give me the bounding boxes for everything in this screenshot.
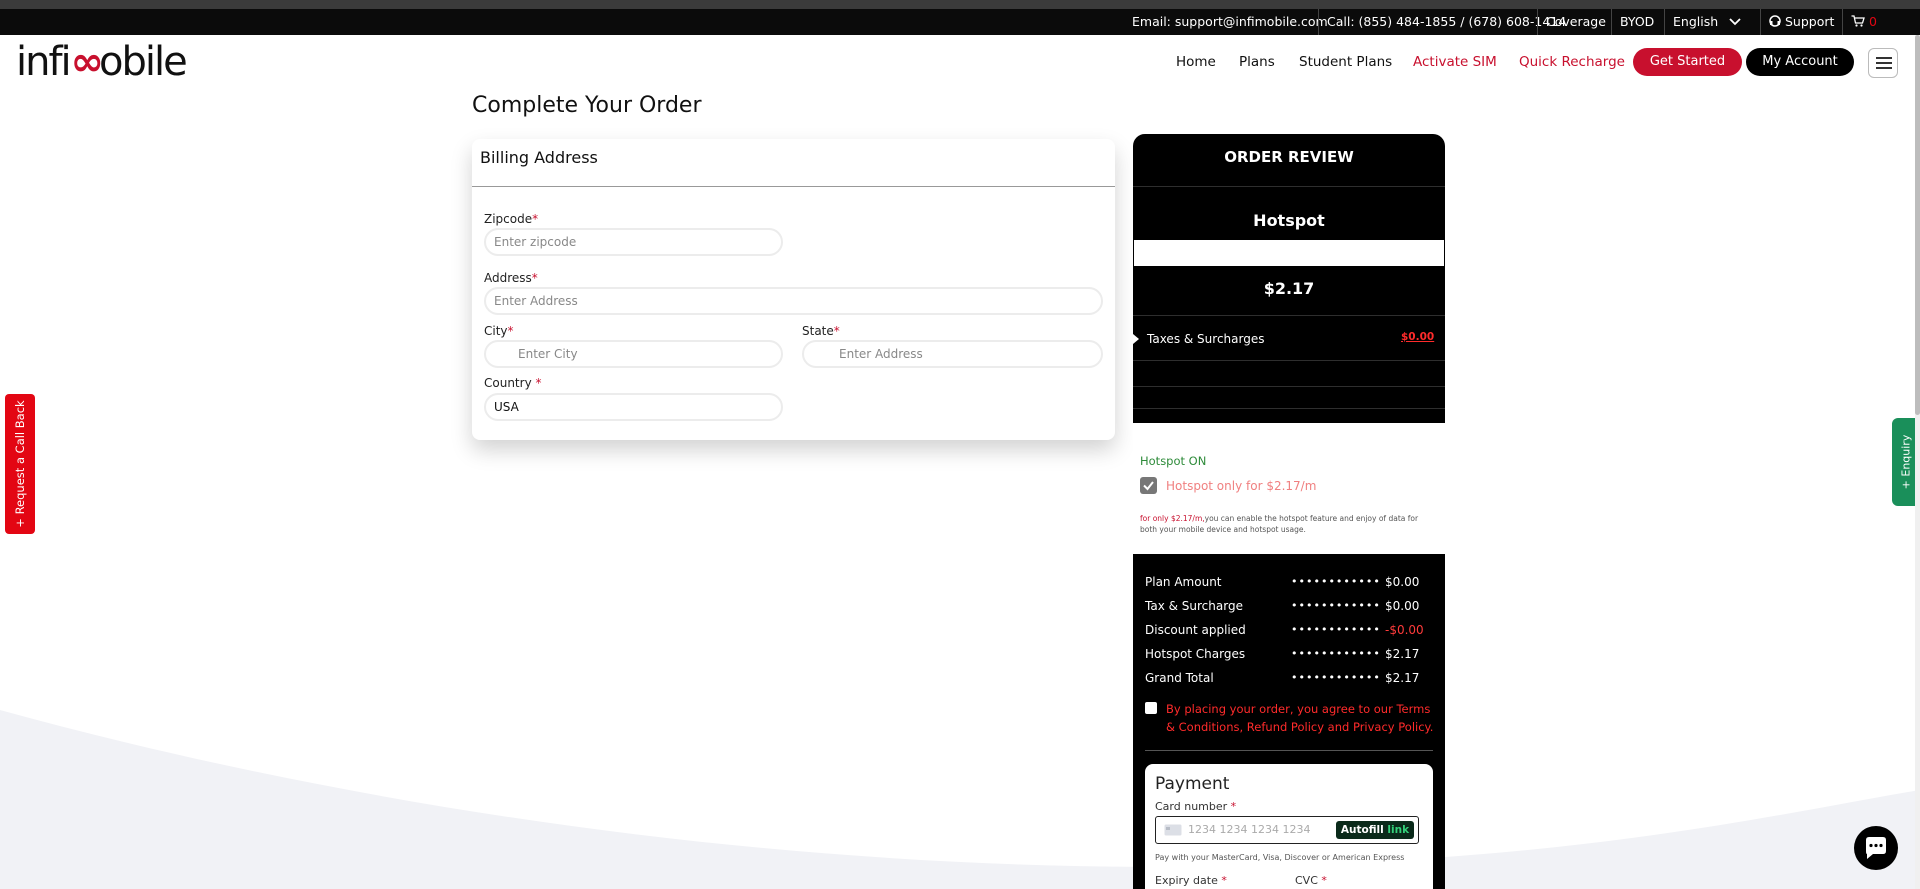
- hotspot-checkbox[interactable]: [1140, 477, 1157, 494]
- main-navbar: infi ∞ obile Home Plans Student Plans Acti…: [0, 35, 1920, 89]
- infinity-icon: ∞: [70, 39, 104, 85]
- divider: [1133, 186, 1445, 187]
- request-call-back-label: + Request a Call Back: [13, 400, 27, 528]
- taxes-row[interactable]: Taxes & Surcharges $0.00: [1133, 322, 1445, 356]
- taxes-value: $0.00: [1401, 331, 1435, 343]
- byod-link[interactable]: BYOD: [1611, 9, 1662, 35]
- plan-details-strip: [1134, 240, 1444, 266]
- order-review-heading: ORDER REVIEW: [1224, 148, 1354, 166]
- support-email-link[interactable]: Email: support@infimobile.com: [1124, 9, 1336, 35]
- payment-box: Payment Card number * 1234 1234 1234 123…: [1145, 764, 1433, 889]
- zipcode-input[interactable]: Enter zipcode: [484, 228, 783, 256]
- city-input[interactable]: Enter City: [484, 340, 783, 368]
- taxes-label: Taxes & Surcharges: [1147, 332, 1265, 346]
- autofill-link-button[interactable]: Autofill link: [1336, 821, 1414, 839]
- cart-link[interactable]: 0: [1842, 9, 1885, 35]
- language-value: English: [1673, 14, 1719, 29]
- divider: [1145, 750, 1433, 751]
- infimobile-logo[interactable]: infi ∞ obile: [16, 39, 188, 85]
- chat-icon: [1866, 837, 1886, 859]
- city-label: City*: [484, 324, 514, 338]
- billing-heading: Billing Address: [472, 139, 1115, 187]
- zipcode-label: Zipcode*: [484, 212, 539, 226]
- coverage-link[interactable]: Coverage: [1537, 9, 1614, 35]
- nav-home[interactable]: Home: [1176, 49, 1216, 75]
- card-number-label: Card number *: [1155, 800, 1237, 813]
- nav-activate-sim[interactable]: Activate SIM: [1413, 49, 1497, 75]
- summary-row-grand-total: Grand Total •••••••••••• $2.17: [1145, 671, 1420, 685]
- language-select[interactable]: English: [1664, 9, 1746, 35]
- cvc-label: CVC *: [1295, 874, 1327, 887]
- divider: [1133, 408, 1445, 409]
- divider: [1133, 315, 1445, 316]
- background-wave: [0, 560, 1920, 889]
- payment-heading: Payment: [1155, 774, 1230, 794]
- caret-right-icon: [1133, 334, 1139, 344]
- billing-address-card: Billing Address Zipcode* Enter zipcode A…: [472, 139, 1115, 440]
- logo-text-right: obile: [99, 39, 188, 85]
- get-started-button[interactable]: Get Started: [1633, 48, 1742, 76]
- enquiry-label: + Enquiry: [1899, 434, 1913, 490]
- hamburger-icon-bottom: [1876, 67, 1892, 69]
- card-note: Pay with your MasterCard, Visa, Discover…: [1155, 853, 1405, 862]
- address-label: Address*: [484, 271, 538, 285]
- logo-text-left: infi: [16, 39, 72, 85]
- cart-icon: [1851, 15, 1865, 27]
- nav-plans[interactable]: Plans: [1239, 49, 1275, 75]
- address-input[interactable]: Enter Address: [484, 287, 1103, 315]
- hamburger-icon-mid: [1876, 62, 1892, 64]
- support-label: Support: [1784, 14, 1835, 29]
- plan-price: $2.17: [1263, 279, 1315, 298]
- divider: [1133, 386, 1445, 387]
- hamburger-icon: [1876, 57, 1892, 59]
- expiry-date-label: Expiry date *: [1155, 874, 1227, 887]
- summary-row-hotspot: Hotspot Charges •••••••••••• $2.17: [1145, 647, 1420, 661]
- plan-name: Hotspot: [1253, 211, 1325, 230]
- state-label: State*: [802, 324, 840, 338]
- browser-chrome-strip: [0, 0, 1920, 9]
- cart-count: 0: [1868, 14, 1877, 29]
- credit-card-icon: [1164, 824, 1182, 836]
- summary-row-tax: Tax & Surcharge •••••••••••• $0.00: [1145, 599, 1420, 613]
- card-number-placeholder: 1234 1234 1234 1234: [1188, 823, 1311, 836]
- nav-quick-recharge[interactable]: Quick Recharge: [1519, 49, 1625, 75]
- chat-widget-button[interactable]: [1854, 826, 1898, 870]
- page-scrollbar-thumb[interactable]: [1915, 35, 1920, 415]
- hotspot-note: for only $2.17/m,you can enable the hots…: [1140, 514, 1419, 534]
- headset-icon: [1769, 15, 1781, 27]
- summary-row-plan-amount: Plan Amount •••••••••••• $0.00: [1145, 575, 1420, 589]
- nav-student-plans[interactable]: Student Plans: [1299, 49, 1392, 75]
- check-icon: [1143, 481, 1154, 491]
- state-input[interactable]: Enter Address: [802, 340, 1103, 368]
- my-account-button[interactable]: My Account: [1746, 48, 1854, 76]
- summary-row-discount: Discount applied •••••••••••• -$0.00: [1145, 623, 1424, 637]
- country-label: Country *: [484, 376, 542, 390]
- country-input[interactable]: USA: [484, 393, 783, 421]
- chevron-down-icon: [1729, 18, 1741, 26]
- order-review-card: ORDER REVIEW Hotspot $2.17 Taxes & Surch…: [1133, 134, 1445, 889]
- top-info-bar: Email: support@infimobile.com Call: (855…: [0, 9, 1920, 35]
- page-title: Complete Your Order: [472, 93, 702, 118]
- menu-toggle-button[interactable]: [1868, 48, 1898, 78]
- request-call-back-tab[interactable]: + Request a Call Back: [5, 394, 35, 534]
- call-numbers-link[interactable]: Call: (855) 484-1855 / (678) 608-1414: [1318, 9, 1574, 35]
- hotspot-status: Hotspot ON: [1140, 454, 1207, 468]
- terms-checkbox[interactable]: [1145, 702, 1157, 714]
- support-link[interactable]: Support: [1760, 9, 1842, 35]
- hotspot-section: Hotspot ON Hotspot only for $2.17/m for …: [1133, 423, 1445, 554]
- terms-text[interactable]: By placing your order, you agree to our …: [1166, 700, 1438, 736]
- card-number-input[interactable]: 1234 1234 1234 1234 Autofill link: [1155, 816, 1419, 844]
- hotspot-option-label: Hotspot only for $2.17/m: [1166, 479, 1317, 493]
- divider: [1133, 360, 1445, 361]
